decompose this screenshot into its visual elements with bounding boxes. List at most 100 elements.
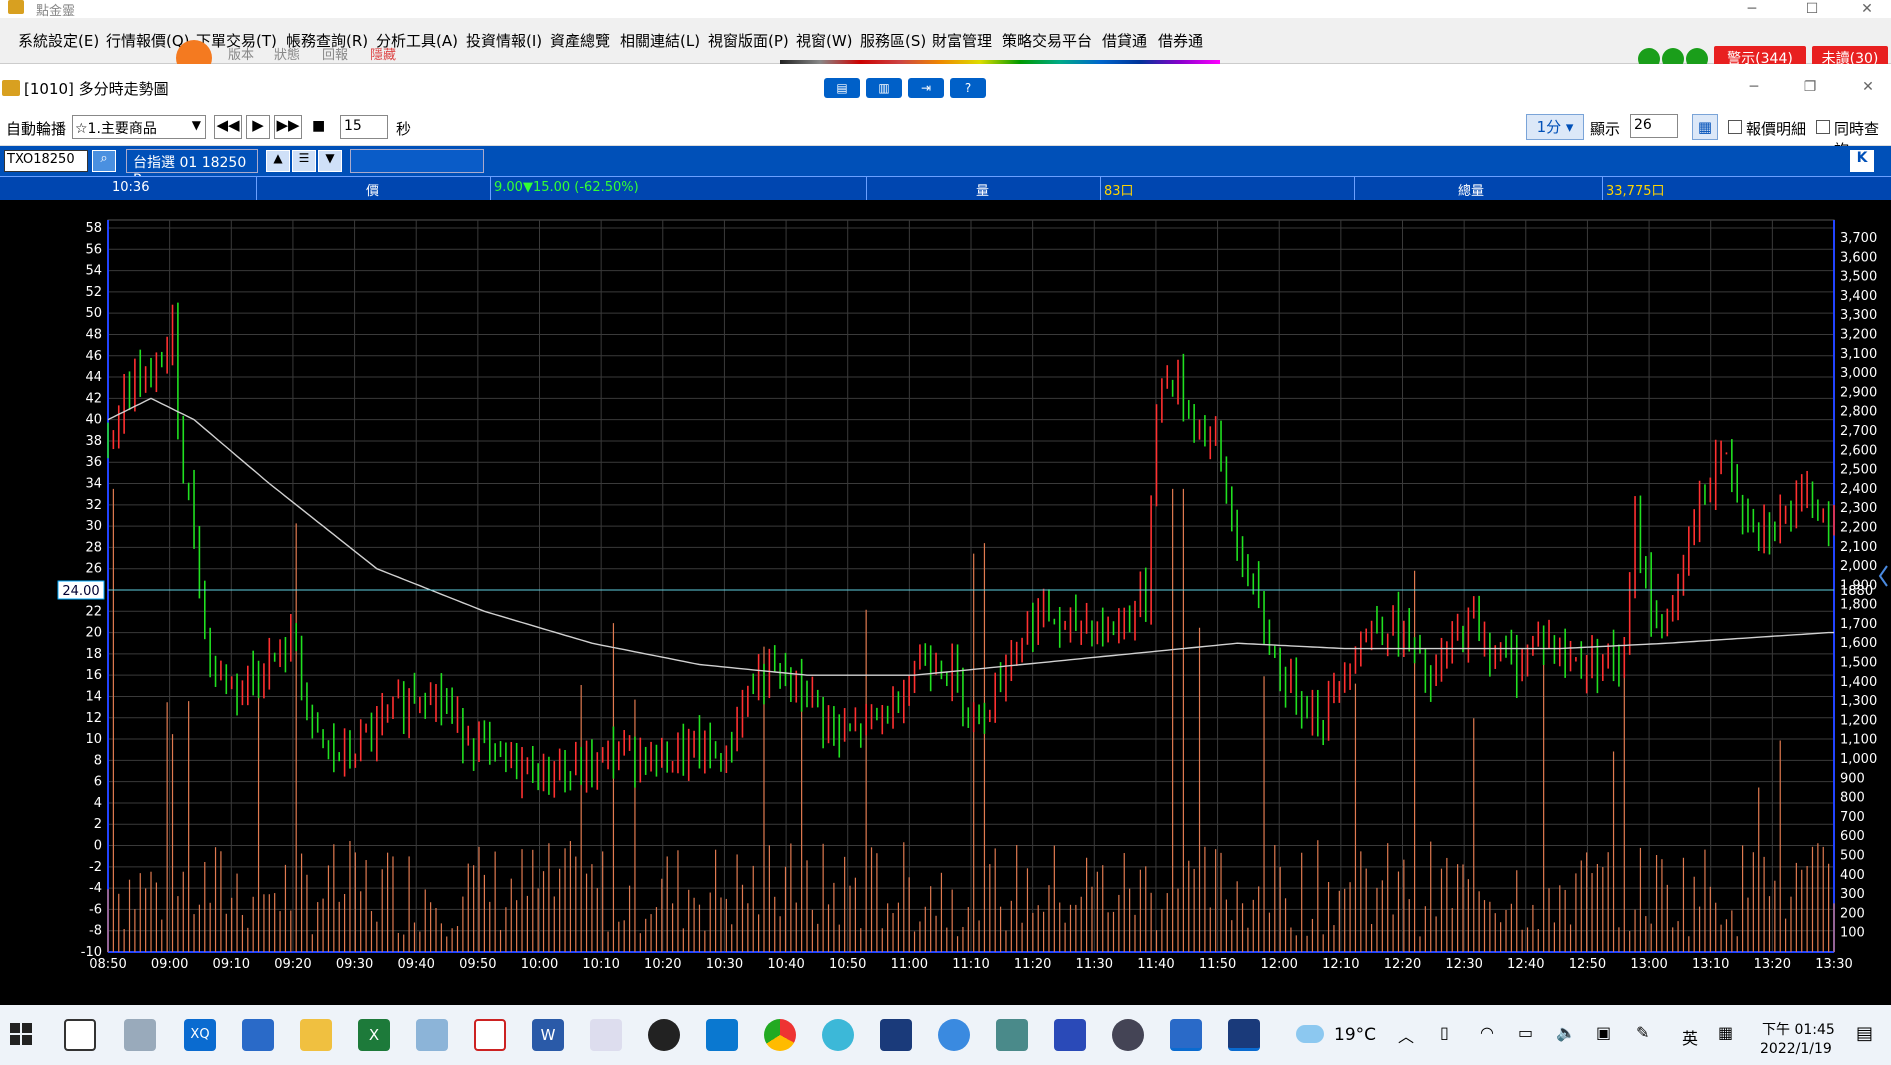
up-arrow-icon[interactable]: ▲ (266, 150, 290, 172)
menu-quotes[interactable]: 行情報價(Q) (106, 30, 190, 51)
group-select[interactable]: ☆1.主要商品 ▼ (72, 115, 206, 139)
x-tick-label: 11:20 (1014, 957, 1051, 972)
y-right-tick-label: 400 (1840, 868, 1865, 883)
grid-icon[interactable]: ▦ (1692, 114, 1718, 140)
edge-icon[interactable] (822, 1019, 854, 1051)
file-explorer-icon[interactable] (300, 1019, 332, 1051)
y-right-tick-label: 1,200 (1840, 713, 1877, 728)
ime-indicator[interactable]: 英 (1682, 1025, 1698, 1049)
menu-assets[interactable]: 資產總覽 (550, 30, 610, 51)
network-app-icon[interactable] (1054, 1019, 1086, 1051)
sync-checkbox[interactable] (1816, 120, 1830, 134)
y-left-tick-label: 50 (85, 306, 102, 321)
weather-icon[interactable] (1296, 1025, 1324, 1043)
y-right-tick-label: 3,400 (1840, 289, 1877, 304)
excel-icon[interactable]: X (358, 1019, 390, 1051)
task-view-icon[interactable] (64, 1019, 96, 1051)
k-button[interactable]: K (1850, 150, 1874, 172)
menu-layout[interactable]: 視窗版面(P) (708, 30, 789, 51)
tray-device-icon[interactable]: ▯ (1440, 1023, 1449, 1042)
y-left-tick-label: 34 (85, 477, 102, 492)
menu-securities-lending[interactable]: 借券通 (1158, 30, 1203, 51)
remote-app-icon[interactable] (996, 1019, 1028, 1051)
x-tick-label: 10:10 (582, 957, 619, 972)
child-close-icon[interactable]: ✕ (1846, 78, 1890, 96)
export-button[interactable]: ⇥ (908, 78, 944, 98)
finance-app-icon[interactable] (648, 1019, 680, 1051)
window-title: [1010] 多分時走勢圖 (24, 80, 169, 98)
xq-app-icon[interactable]: XQ (184, 1019, 216, 1051)
fast-forward-button[interactable]: ▶▶ (274, 115, 302, 139)
tray-chevron-icon[interactable]: ︿ (1398, 1023, 1414, 1047)
list-icon[interactable]: ☰ (292, 150, 316, 172)
notification-icon[interactable]: ▤ (1856, 1023, 1873, 1044)
submenu-report[interactable]: 回報 (322, 44, 348, 63)
snip-tool-icon[interactable] (474, 1019, 506, 1051)
mute-icon[interactable]: 🔈 (1556, 1023, 1576, 1042)
y-right-tick-label: 700 (1840, 810, 1865, 825)
menu-wealth[interactable]: 財富管理 (932, 30, 992, 51)
chrome-icon[interactable] (764, 1019, 796, 1051)
chevron-down-icon[interactable]: ▼ (318, 150, 342, 172)
play-button[interactable]: ▶ (246, 115, 270, 139)
battery-icon[interactable]: ▭ (1518, 1023, 1533, 1042)
submenu-status[interactable]: 狀態 (274, 44, 300, 63)
trading-app-icon[interactable] (242, 1019, 274, 1051)
notebook-icon[interactable] (416, 1019, 448, 1051)
x-tick-label: 09:20 (274, 957, 311, 972)
wifi-icon[interactable]: ◠ (1480, 1023, 1494, 1042)
menu-info[interactable]: 投資情報(I) (466, 30, 542, 51)
ymf-app-2-icon[interactable] (1228, 1019, 1260, 1051)
search-icon[interactable]: ⌕ (92, 150, 116, 172)
rewind-button[interactable]: ◀◀ (214, 115, 242, 139)
child-restore-icon[interactable]: ❐ (1788, 78, 1832, 96)
interval-stepper[interactable]: 15 (340, 115, 388, 139)
chart-area[interactable]: 5856545250484644424038363432302826242220… (0, 200, 1891, 1005)
maximize-icon[interactable]: ☐ (1790, 0, 1834, 18)
submenu-version[interactable]: 版本 (228, 44, 254, 63)
detail-checkbox[interactable] (1728, 120, 1742, 134)
help-button[interactable]: ? (950, 78, 986, 98)
menu-system[interactable]: 系統設定(E) (18, 30, 99, 51)
clock-time[interactable]: 下午 01:45 (1762, 1019, 1835, 1039)
menu-bar: 系統設定(E) 行情報價(Q) 下單交易(T) 帳務查詢(R) 分析工具(A) … (0, 18, 1891, 76)
ymf-app-icon[interactable] (880, 1019, 912, 1051)
close-icon[interactable]: ✕ (1845, 0, 1889, 18)
vpn-app-icon[interactable] (1112, 1019, 1144, 1051)
layout-2-button[interactable]: ▥ (866, 78, 902, 98)
y-left-tick-label: 4 (94, 796, 102, 811)
display-count-field[interactable]: 26 (1630, 114, 1678, 138)
weather-temp[interactable]: 19°C (1334, 1025, 1376, 1045)
menu-window[interactable]: 視窗(W) (796, 30, 853, 51)
child-minimize-icon[interactable]: ─ (1732, 78, 1776, 96)
quick-input[interactable] (350, 149, 484, 173)
layout-1-button[interactable]: ▤ (824, 78, 860, 98)
ime-mode-icon[interactable]: ▦ (1718, 1023, 1733, 1042)
symbol-input[interactable]: TXO18250 (4, 150, 88, 172)
minimize-icon[interactable]: ─ (1730, 0, 1774, 18)
active-trading-app-icon[interactable] (1170, 1019, 1202, 1051)
feather-app-icon[interactable] (706, 1019, 738, 1051)
paint-icon[interactable] (590, 1019, 622, 1051)
y-right-tick-label: 1,000 (1840, 752, 1877, 767)
photos-app-icon[interactable] (124, 1019, 156, 1051)
stop-button[interactable]: ■ (312, 118, 325, 134)
menu-links[interactable]: 相關連結(L) (620, 30, 700, 51)
y-right-tick-label: 2,500 (1840, 463, 1877, 478)
ie-icon[interactable] (938, 1019, 970, 1051)
menu-lending[interactable]: 借貸通 (1102, 30, 1147, 51)
submenu-hide[interactable]: 隱藏 (370, 44, 396, 63)
menu-strategy[interactable]: 策略交易平台 (1002, 30, 1092, 51)
menu-service[interactable]: 服務區(S) (860, 30, 926, 51)
screen-icon[interactable]: ▣ (1596, 1023, 1611, 1042)
y-right-tick-label: 3,700 (1840, 231, 1877, 246)
clock-date[interactable]: 2022/1/19 (1760, 1041, 1832, 1057)
start-icon[interactable] (10, 1023, 32, 1045)
x-tick-label: 11:40 (1137, 957, 1174, 972)
period-dropdown[interactable]: 1分 ▾ (1526, 114, 1584, 140)
x-tick-label: 12:10 (1322, 957, 1359, 972)
minute-chart-svg[interactable]: 5856545250484644424038363432302826242220… (0, 200, 1891, 1005)
word-icon[interactable]: W (532, 1019, 564, 1051)
y-left-tick-label: 0 (94, 839, 102, 854)
pen-icon[interactable]: ✎ (1636, 1023, 1649, 1042)
